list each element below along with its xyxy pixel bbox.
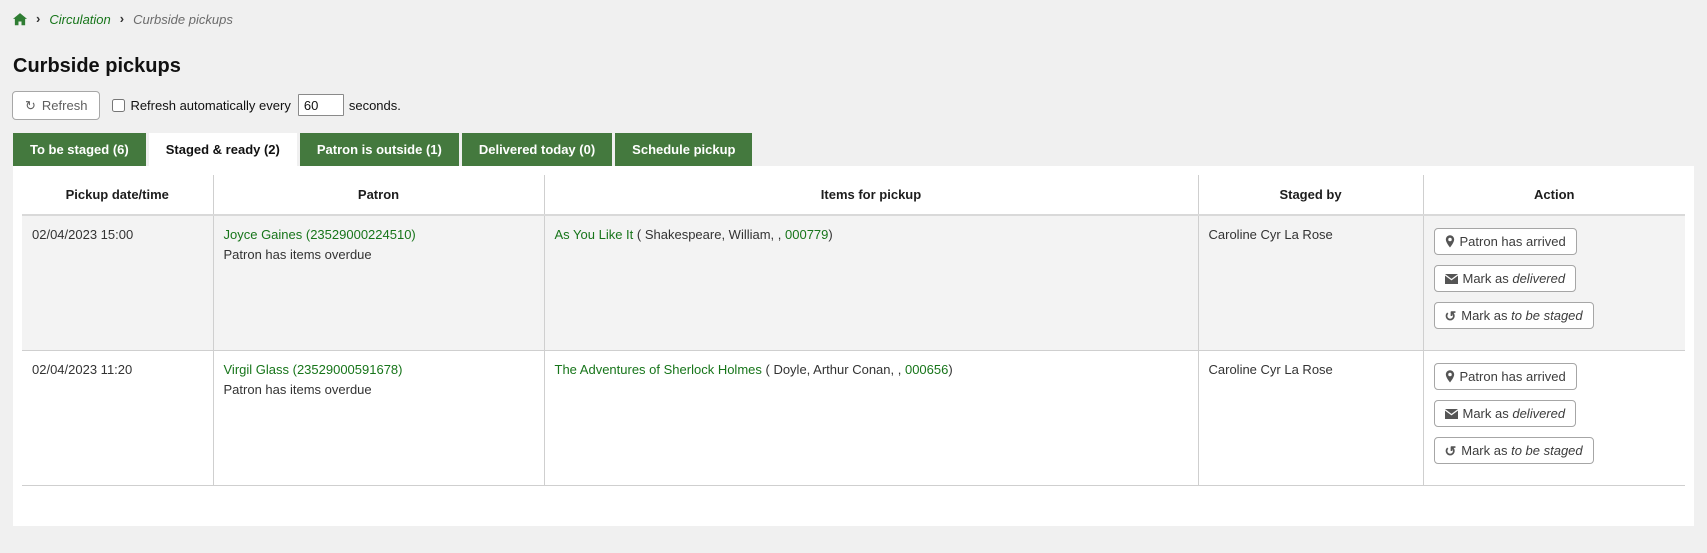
patron-link[interactable]: Joyce Gaines (23529000224510) [224,227,416,242]
chevron-separator: › [120,11,124,26]
action-cell: Patron has arrived Mark as delivered ↺ M… [1423,215,1685,351]
column-header-staged-by: Staged by [1198,175,1423,215]
tab-staged-and-ready[interactable]: Staged & ready (2) [149,133,297,166]
map-marker-icon [1445,370,1455,383]
pickups-panel: Pickup date/time Patron Items for pickup… [13,166,1694,526]
pickup-tabs: To be staged (6) Staged & ready (2) Patr… [13,133,1707,166]
mark-as-staged-prefix: Mark as [1461,443,1511,458]
auto-refresh-checkbox[interactable] [112,99,125,112]
mark-as-delivered-prefix: Mark as [1463,406,1513,421]
tab-patron-is-outside[interactable]: Patron is outside (1) [300,133,459,166]
item-title-link[interactable]: The Adventures of Sherlock Holmes [555,362,762,377]
delivered-word: delivered [1512,406,1565,421]
page-title: Curbside pickups [13,55,1707,78]
refresh-interval-input[interactable] [298,94,344,116]
column-header-patron: Patron [213,175,544,215]
item-number-link[interactable]: 000656 [905,362,948,377]
patron-link[interactable]: Virgil Glass (23529000591678) [224,362,403,377]
item-author-text: ( Doyle, Arthur Conan, , [762,362,905,377]
table-header-row: Pickup date/time Patron Items for pickup… [22,175,1685,215]
item-title-link[interactable]: As You Like It [555,227,634,242]
undo-icon: ↺ [1445,309,1457,323]
tab-schedule-pickup[interactable]: Schedule pickup [615,133,752,166]
column-header-pickup-datetime: Pickup date/time [22,175,213,215]
home-icon[interactable] [13,13,27,26]
staged-by-cell: Caroline Cyr La Rose [1198,351,1423,486]
pickups-table: Pickup date/time Patron Items for pickup… [22,175,1685,486]
items-for-pickup-cell: As You Like It ( Shakespeare, William, ,… [544,215,1198,351]
patron-cell: Joyce Gaines (23529000224510) Patron has… [213,215,544,351]
chevron-separator: › [36,11,40,26]
patron-cell: Virgil Glass (23529000591678) Patron has… [213,351,544,486]
patron-overdue-note: Patron has items overdue [224,247,534,262]
refresh-button-label: Refresh [42,98,88,113]
seconds-label: seconds. [349,98,401,113]
tab-to-be-staged[interactable]: To be staged (6) [13,133,146,166]
item-author-text: ( Shakespeare, William, , [633,227,785,242]
refresh-bar: ↻ Refresh Refresh automatically every se… [12,90,1707,120]
column-header-items: Items for pickup [544,175,1198,215]
mark-as-staged-prefix: Mark as [1461,308,1511,323]
auto-refresh-label: Refresh automatically every [130,98,290,113]
patron-has-arrived-label: Patron has arrived [1460,234,1566,249]
items-for-pickup-cell: The Adventures of Sherlock Holmes ( Doyl… [544,351,1198,486]
staged-by-cell: Caroline Cyr La Rose [1198,215,1423,351]
patron-has-arrived-button[interactable]: Patron has arrived [1434,228,1577,255]
envelope-icon [1445,409,1458,419]
patron-has-arrived-label: Patron has arrived [1460,369,1566,384]
envelope-icon [1445,274,1458,284]
action-cell: Patron has arrived Mark as delivered ↺ M… [1423,351,1685,486]
undo-icon: ↺ [1445,444,1457,458]
table-row: 02/04/2023 11:20 Virgil Glass (235290005… [22,351,1685,486]
refresh-icon: ↻ [25,99,36,112]
item-number-link[interactable]: 000779 [785,227,828,242]
delivered-word: delivered [1512,271,1565,286]
mark-as-delivered-button[interactable]: Mark as delivered [1434,400,1577,427]
patron-has-arrived-button[interactable]: Patron has arrived [1434,363,1577,390]
column-header-action: Action [1423,175,1685,215]
mark-as-to-be-staged-button[interactable]: ↺ Mark as to be staged [1434,437,1594,464]
tab-delivered-today[interactable]: Delivered today (0) [462,133,612,166]
breadcrumb: › Circulation › Curbside pickups [0,0,1707,30]
table-row: 02/04/2023 15:00 Joyce Gaines (235290002… [22,215,1685,351]
pickup-datetime-cell: 02/04/2023 11:20 [22,351,213,486]
breadcrumb-current-page: Curbside pickups [133,12,233,27]
breadcrumb-link-circulation[interactable]: Circulation [49,12,110,27]
patron-overdue-note: Patron has items overdue [224,382,534,397]
mark-as-to-be-staged-button[interactable]: ↺ Mark as to be staged [1434,302,1594,329]
item-suffix-text: ) [948,362,952,377]
to-be-staged-word: to be staged [1511,443,1583,458]
map-marker-icon [1445,235,1455,248]
item-suffix-text: ) [828,227,832,242]
mark-as-delivered-button[interactable]: Mark as delivered [1434,265,1577,292]
refresh-button[interactable]: ↻ Refresh [12,91,100,120]
mark-as-delivered-prefix: Mark as [1463,271,1513,286]
to-be-staged-word: to be staged [1511,308,1583,323]
pickup-datetime-cell: 02/04/2023 15:00 [22,215,213,351]
